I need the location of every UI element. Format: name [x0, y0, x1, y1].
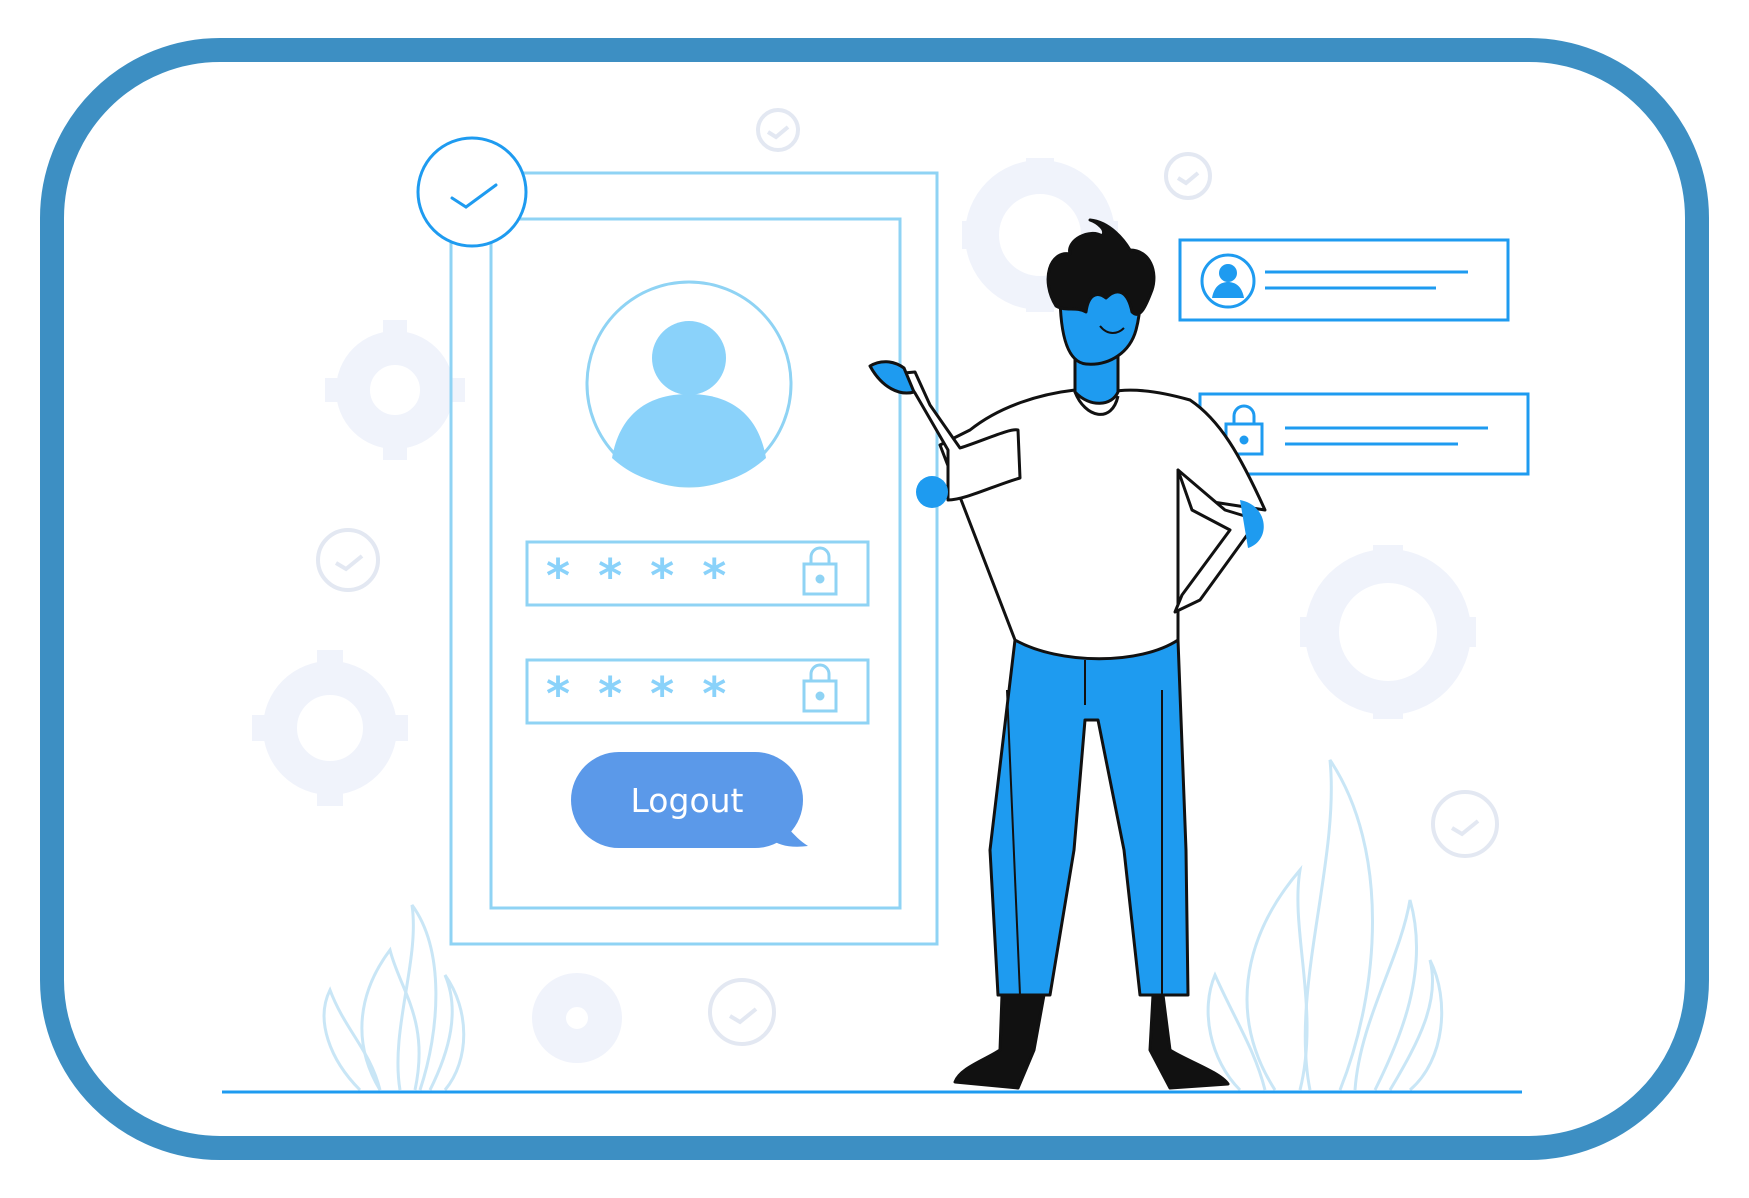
password-mask: * * * *: [546, 549, 732, 603]
right-shoe: [1148, 993, 1230, 1090]
profile-card: [1178, 238, 1510, 322]
login-illustration: * * * * * * * *: [222, 108, 1530, 1094]
password-mask: * * * *: [546, 667, 732, 721]
person-figure: [868, 218, 1267, 1090]
logout-button[interactable]: Logout: [571, 752, 803, 848]
verified-check-icon: [416, 136, 528, 248]
user-avatar-icon: [585, 280, 793, 488]
security-card: [1198, 392, 1530, 476]
left-shoe: [953, 993, 1046, 1090]
left-leg: [988, 638, 1190, 997]
speech-bubble-tail: [770, 812, 808, 847]
